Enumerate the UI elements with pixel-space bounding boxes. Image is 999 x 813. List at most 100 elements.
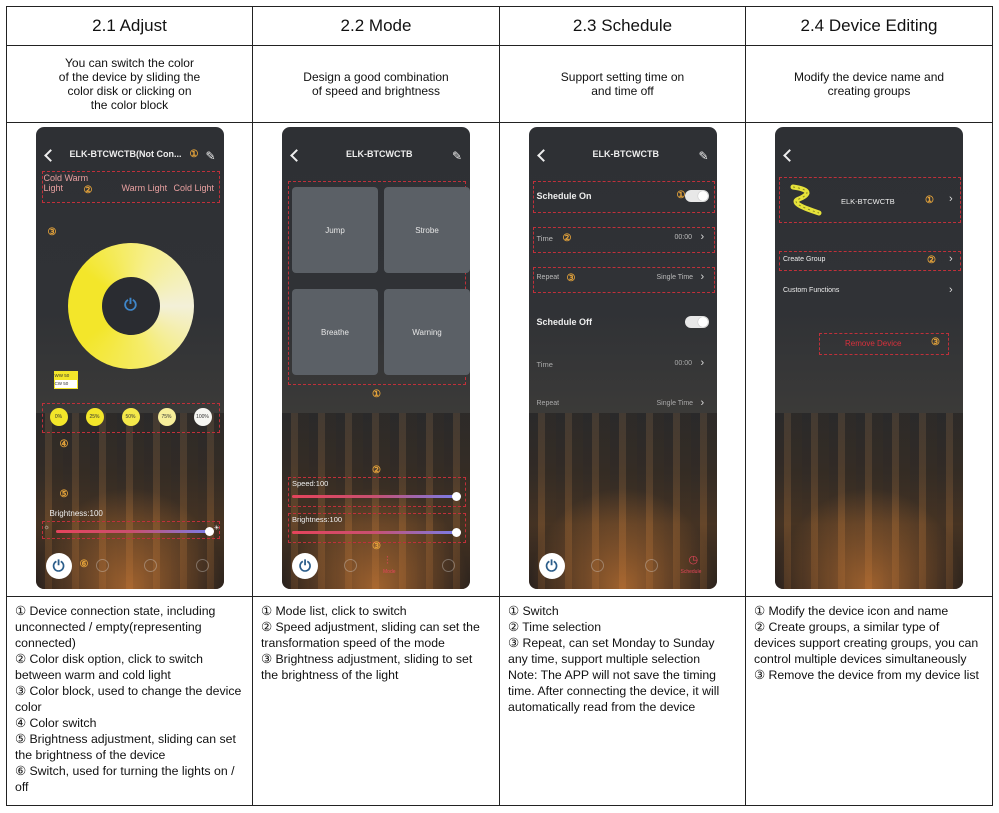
power-button[interactable]: ⏻: [45, 553, 72, 579]
column-description: You can switch the color of the device b…: [58, 56, 201, 112]
back-icon[interactable]: [43, 149, 57, 162]
phone-adjust-screen: ELK-BTCWCTB(Not Con... ① ✎ Cold Warm Lig…: [35, 127, 224, 589]
column-notes: ① Device connection state, including unc…: [7, 597, 252, 805]
create-group-item[interactable]: Create Group: [783, 256, 825, 263]
speed-slider[interactable]: [292, 495, 456, 498]
ww-cw-badge: WW 50 CW 50: [53, 371, 78, 389]
column-notes: ① Switch ② Time selection ③ Repeat, can …: [500, 597, 745, 805]
back-icon[interactable]: [536, 149, 550, 162]
chevron-right-icon: ›: [949, 253, 953, 265]
tab-mode-icon[interactable]: ⫶: [386, 555, 389, 568]
tab-cold[interactable]: Cold Light: [174, 183, 215, 193]
marker-3: ③: [566, 273, 576, 284]
tab-schedule-icon[interactable]: [195, 559, 209, 572]
marker-2: ②: [927, 255, 936, 266]
marker-1: ①: [189, 149, 199, 160]
tab-schedule-label: Schedule: [680, 569, 702, 575]
note-item: ④ Color switch: [15, 716, 97, 730]
color-chip-75[interactable]: 75%: [157, 408, 176, 426]
note-item: ⑥ Switch, used for turning the lights on…: [15, 764, 235, 794]
column-description: Design a good combination of speed and b…: [303, 70, 449, 98]
column-description: Modify the device name and creating grou…: [793, 70, 945, 98]
tab-adjust-icon[interactable]: [95, 559, 109, 572]
note-item: ⑤ Brightness adjustment, sliding can set…: [15, 732, 236, 762]
color-chip-100[interactable]: 100%: [193, 408, 212, 426]
note-item: ② Time selection: [508, 620, 602, 634]
power-button[interactable]: ⏻: [538, 553, 565, 579]
repeat-label: Repeat: [536, 274, 560, 281]
brightness-slider[interactable]: [292, 531, 456, 534]
sun-small-icon: ☼: [43, 524, 50, 531]
mode-tile-jump[interactable]: Jump: [292, 187, 378, 273]
note-item: ① Modify the device icon and name: [754, 604, 949, 618]
brightness-slider[interactable]: [55, 530, 210, 533]
time-value-off[interactable]: 00:00: [675, 360, 693, 367]
marker-2: ②: [562, 233, 572, 244]
marker-2: ②: [83, 185, 93, 196]
tab-warm[interactable]: Warm Light: [122, 183, 168, 193]
power-button[interactable]: ⏻: [292, 553, 318, 579]
schedule-off-toggle[interactable]: [684, 316, 709, 328]
marker-2: ②: [372, 465, 381, 476]
column-notes: ① Modify the device icon and name ② Crea…: [746, 597, 992, 805]
tab-schedule-icon[interactable]: [442, 559, 455, 572]
color-chip-25[interactable]: 25%: [85, 408, 104, 426]
power-icon[interactable]: ⏻: [120, 295, 142, 317]
brightness-slider-knob[interactable]: [451, 528, 461, 537]
column-mode: 2.2 Mode Design a good combination of sp…: [252, 7, 499, 805]
edit-icon[interactable]: ✎: [452, 149, 464, 163]
schedule-off-label: Schedule Off: [536, 317, 593, 327]
tab-adjust-icon[interactable]: [590, 559, 604, 572]
speed-label: Speed:100: [292, 479, 329, 488]
device-title: ELK-BTCWCTB(Not Con...: [69, 149, 182, 159]
mode-tile-warning[interactable]: Warning: [384, 289, 470, 375]
chevron-right-icon: ›: [700, 231, 705, 243]
device-title: ELK-BTCWCTB: [592, 149, 660, 159]
brightness-label: Brightness:100: [49, 509, 103, 518]
note-item: ① Switch: [508, 604, 559, 618]
led-strip-icon[interactable]: [789, 181, 823, 217]
tab-adjust-icon[interactable]: [344, 559, 357, 572]
time-value[interactable]: 00:00: [675, 234, 693, 241]
mode-tile-strobe[interactable]: Strobe: [384, 187, 470, 273]
remove-device-button[interactable]: Remove Device: [845, 339, 901, 348]
chevron-right-icon: ›: [949, 284, 953, 296]
mode-tile-breathe[interactable]: Breathe: [292, 289, 378, 375]
repeat-value-off[interactable]: Single Time: [657, 400, 694, 407]
chevron-right-icon: ›: [700, 397, 705, 409]
schedule-on-toggle[interactable]: [684, 190, 709, 202]
repeat-label-off: Repeat: [536, 400, 560, 407]
tab-cold-warm[interactable]: Cold Warm Light: [44, 173, 89, 193]
phone-device-editing-screen: ELK-BTCWCTB ① › Create Group ② › Custom …: [775, 127, 963, 589]
instruction-sheet: 2.1 Adjust You can switch the color of t…: [6, 6, 993, 806]
note-item: ③ Brightness adjustment, sliding to set …: [261, 652, 473, 682]
back-icon[interactable]: [290, 149, 303, 162]
marker-1: ①: [925, 195, 934, 206]
speed-slider-knob[interactable]: [451, 492, 461, 501]
tab-mode-icon[interactable]: [143, 559, 157, 572]
chevron-right-icon: ›: [700, 357, 705, 369]
tab-mode-icon[interactable]: [644, 559, 658, 572]
note-item: ③ Remove the device from my device list: [754, 668, 979, 682]
tab-schedule-icon[interactable]: ◷: [689, 553, 699, 566]
tab-mode-label: Mode: [383, 569, 396, 575]
marker-4: ④: [59, 439, 69, 450]
column-title: 2.2 Mode: [340, 16, 412, 35]
note-item: ① Device connection state, including unc…: [15, 604, 216, 650]
color-chip-0[interactable]: 0%: [49, 408, 68, 426]
column-description: Support setting time on and time off: [560, 70, 685, 98]
repeat-value[interactable]: Single Time: [657, 274, 694, 281]
phone-mode-screen: ELK-BTCWCTB ✎ Jump Strobe Breathe Warnin…: [282, 127, 470, 589]
color-chip-50[interactable]: 50%: [121, 408, 140, 426]
column-notes: ① Mode list, click to switch ② Speed adj…: [253, 597, 499, 805]
custom-functions-item[interactable]: Custom Functions: [783, 287, 839, 294]
column-schedule: 2.3 Schedule Support setting time on and…: [499, 7, 745, 805]
marker-3: ③: [372, 541, 381, 552]
device-name[interactable]: ELK-BTCWCTB: [841, 197, 895, 206]
edit-icon[interactable]: ✎: [206, 149, 218, 163]
phone-schedule-screen: ELK-BTCWCTB ✎ Schedule On ① Time ② 00:00…: [528, 127, 717, 589]
note-item: ② Color disk option, click to switch bet…: [15, 652, 204, 682]
edit-icon[interactable]: ✎: [699, 149, 711, 163]
note-item: Note: The APP will not save the timing t…: [508, 668, 720, 714]
back-icon[interactable]: [783, 149, 796, 162]
